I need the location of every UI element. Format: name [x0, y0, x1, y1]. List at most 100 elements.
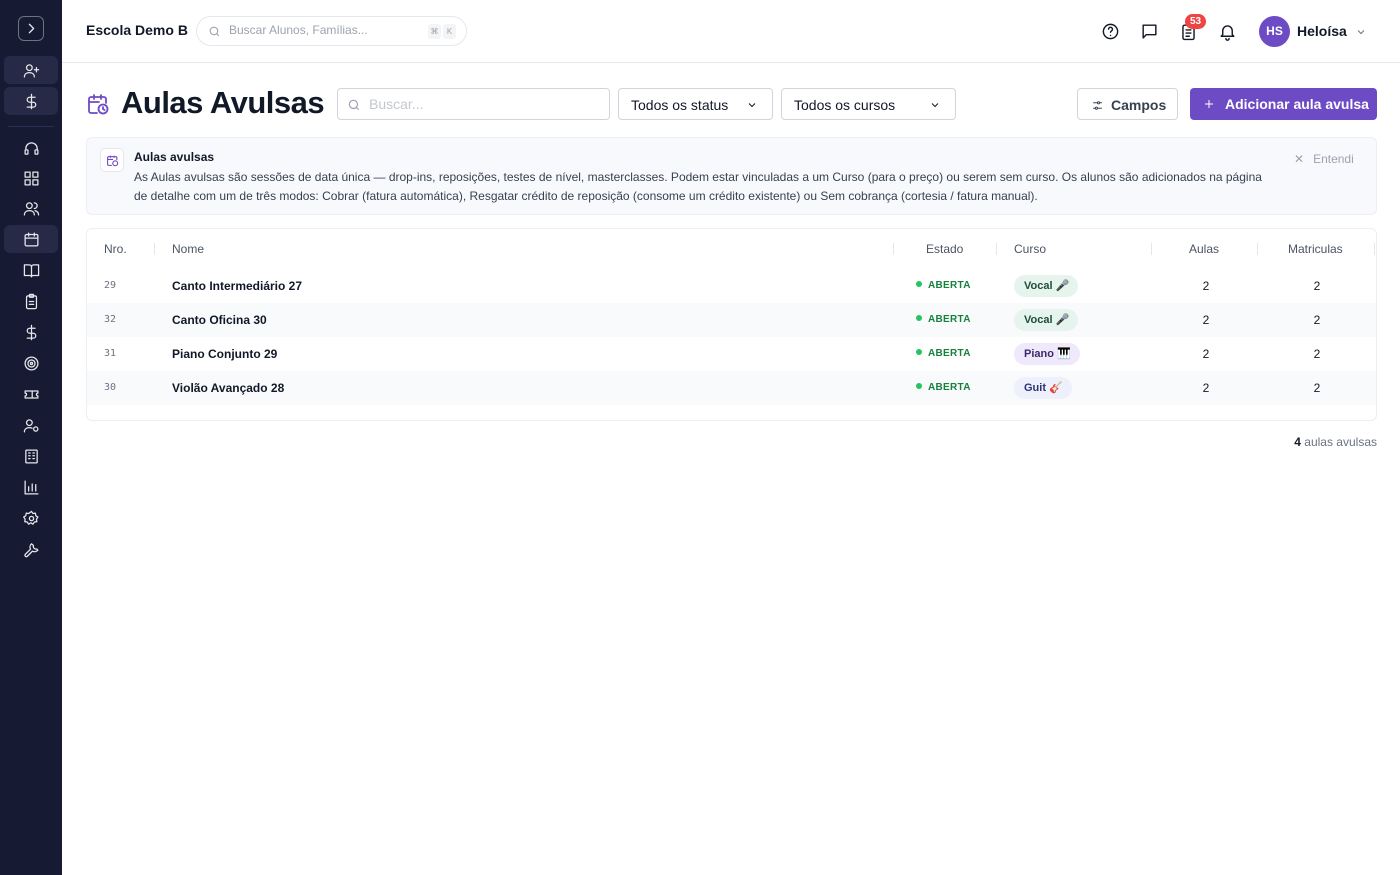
- status-badge: ABERTA: [916, 314, 971, 325]
- course-chip: Vocal 🎤: [1014, 275, 1079, 297]
- bar-chart-icon: [23, 479, 39, 495]
- status-badge: ABERTA: [916, 382, 971, 393]
- messages-button[interactable]: [1138, 20, 1160, 42]
- sidebar-item-support[interactable]: [4, 134, 58, 162]
- add-single-class-button[interactable]: Adicionar aula avulsa: [1190, 88, 1377, 120]
- dollar-icon: [26, 324, 36, 340]
- info-banner: Aulas avulsas As Aulas avulsas são sessõ…: [86, 137, 1377, 215]
- topbar: Escola Demo B ⌘ K: [62, 0, 1400, 63]
- row-nro: 31: [104, 348, 117, 359]
- sidebar-toggle-button[interactable]: [18, 16, 44, 41]
- sidebar-item-goals[interactable]: [4, 349, 58, 377]
- banner-title: Aulas avulsas: [134, 150, 215, 164]
- sidebar-item-students[interactable]: [4, 194, 58, 222]
- help-icon: [1102, 23, 1118, 39]
- column-divider: [1257, 243, 1258, 255]
- status-badge: ABERTA: [916, 348, 971, 359]
- notifications-button[interactable]: [1216, 20, 1238, 42]
- fields-button-label: Campos: [1111, 97, 1167, 113]
- global-search-input[interactable]: [229, 23, 419, 37]
- column-header-matriculas[interactable]: Matriculas: [1288, 242, 1343, 256]
- result-count-label: aulas avulsas: [1304, 435, 1377, 449]
- table-row[interactable]: 32 Canto Oficina 30 ABERTA Vocal 🎤 2 2: [87, 303, 1376, 337]
- building-icon: [24, 448, 38, 464]
- result-count: 4 aulas avulsas: [1280, 435, 1377, 449]
- dashboard-icon: [23, 170, 39, 186]
- user-settings-icon: [23, 418, 39, 433]
- status-filter-select[interactable]: Todos os status: [618, 88, 773, 120]
- status-dot: [916, 281, 922, 287]
- status-text: ABERTA: [928, 314, 971, 325]
- sidebar-item-tools[interactable]: [4, 535, 58, 563]
- row-matriculas: 2: [1313, 279, 1321, 293]
- users-icon: [23, 201, 39, 216]
- global-search[interactable]: ⌘ K: [196, 16, 467, 46]
- row-matriculas: 2: [1313, 313, 1321, 327]
- sliders-icon: [1093, 101, 1102, 110]
- column-header-nro[interactable]: Nro.: [104, 242, 127, 256]
- dismiss-label: Entendi: [1313, 152, 1354, 166]
- row-nome[interactable]: Violão Avançado 28: [172, 381, 284, 395]
- help-button[interactable]: [1099, 20, 1121, 42]
- wrench-icon: [23, 542, 39, 557]
- row-aulas: 2: [1202, 381, 1210, 395]
- status-dot: [916, 383, 922, 389]
- single-classes-table: Nro. Nome Estado Curso Aulas Matriculas …: [86, 228, 1377, 421]
- calendar-icon: [23, 231, 39, 247]
- sidebar-item-billing[interactable]: [4, 87, 58, 115]
- sidebar-item-courses[interactable]: [4, 256, 58, 284]
- course-chip: Guit 🎸: [1014, 377, 1072, 399]
- sidebar: [0, 0, 62, 875]
- column-header-curso[interactable]: Curso: [1014, 242, 1046, 256]
- row-nro: 32: [104, 314, 117, 325]
- status-badge: ABERTA: [916, 280, 971, 291]
- course-chip: Vocal 🎤: [1014, 309, 1079, 331]
- row-matriculas: 2: [1313, 381, 1321, 395]
- gear-icon: [22, 510, 39, 525]
- page-search[interactable]: [337, 88, 610, 120]
- calendar-clock-icon: [86, 92, 110, 116]
- dismiss-banner-button[interactable]: ✕ Entendi: [1294, 152, 1354, 166]
- book-icon: [23, 263, 39, 278]
- calendar-clock-icon: [100, 148, 124, 172]
- course-filter-value: Todos os cursos: [794, 97, 896, 113]
- row-nome[interactable]: Canto Intermediário 27: [172, 279, 302, 293]
- fields-button[interactable]: Campos: [1077, 88, 1178, 120]
- row-nro: 30: [104, 382, 117, 393]
- status-filter-value: Todos os status: [631, 97, 729, 113]
- column-header-nome[interactable]: Nome: [172, 242, 204, 256]
- page-search-input[interactable]: [369, 96, 599, 112]
- sidebar-item-dashboard[interactable]: [4, 164, 58, 192]
- user-menu-toggle[interactable]: [1355, 25, 1367, 37]
- sidebar-item-reports[interactable]: [4, 473, 58, 501]
- sidebar-item-add-student[interactable]: [4, 56, 58, 84]
- column-divider: [1374, 243, 1375, 255]
- table-row[interactable]: 31 Piano Conjunto 29 ABERTA Piano 🎹 2 2: [87, 337, 1376, 371]
- sidebar-item-staff[interactable]: [4, 411, 58, 439]
- user-name[interactable]: Heloísa: [1297, 23, 1347, 39]
- column-header-aulas[interactable]: Aulas: [1189, 242, 1219, 256]
- chat-icon: [1141, 23, 1157, 39]
- user-plus-icon: [23, 63, 39, 78]
- sidebar-item-attendance[interactable]: [4, 287, 58, 315]
- column-header-estado[interactable]: Estado: [926, 242, 963, 256]
- row-nome[interactable]: Canto Oficina 30: [172, 313, 267, 327]
- school-name: Escola Demo B: [86, 22, 188, 38]
- target-icon: [23, 355, 39, 371]
- sidebar-item-settings[interactable]: [4, 504, 58, 532]
- row-nome[interactable]: Piano Conjunto 29: [172, 347, 277, 361]
- close-icon: ✕: [1294, 152, 1305, 166]
- sidebar-item-organization[interactable]: [4, 442, 58, 470]
- course-chip: Piano 🎹: [1014, 343, 1080, 365]
- sidebar-item-calendar[interactable]: [4, 225, 58, 253]
- course-filter-select[interactable]: Todos os cursos: [781, 88, 956, 120]
- status-dot: [916, 315, 922, 321]
- table-row[interactable]: 29 Canto Intermediário 27 ABERTA Vocal 🎤…: [87, 269, 1376, 303]
- avatar[interactable]: HS: [1259, 16, 1290, 47]
- headset-icon: [23, 141, 39, 155]
- row-aulas: 2: [1202, 313, 1210, 327]
- table-row[interactable]: 30 Violão Avançado 28 ABERTA Guit 🎸 2 2: [87, 371, 1376, 405]
- row-matriculas: 2: [1313, 347, 1321, 361]
- sidebar-item-finance[interactable]: [4, 318, 58, 346]
- sidebar-item-tickets[interactable]: [4, 380, 58, 408]
